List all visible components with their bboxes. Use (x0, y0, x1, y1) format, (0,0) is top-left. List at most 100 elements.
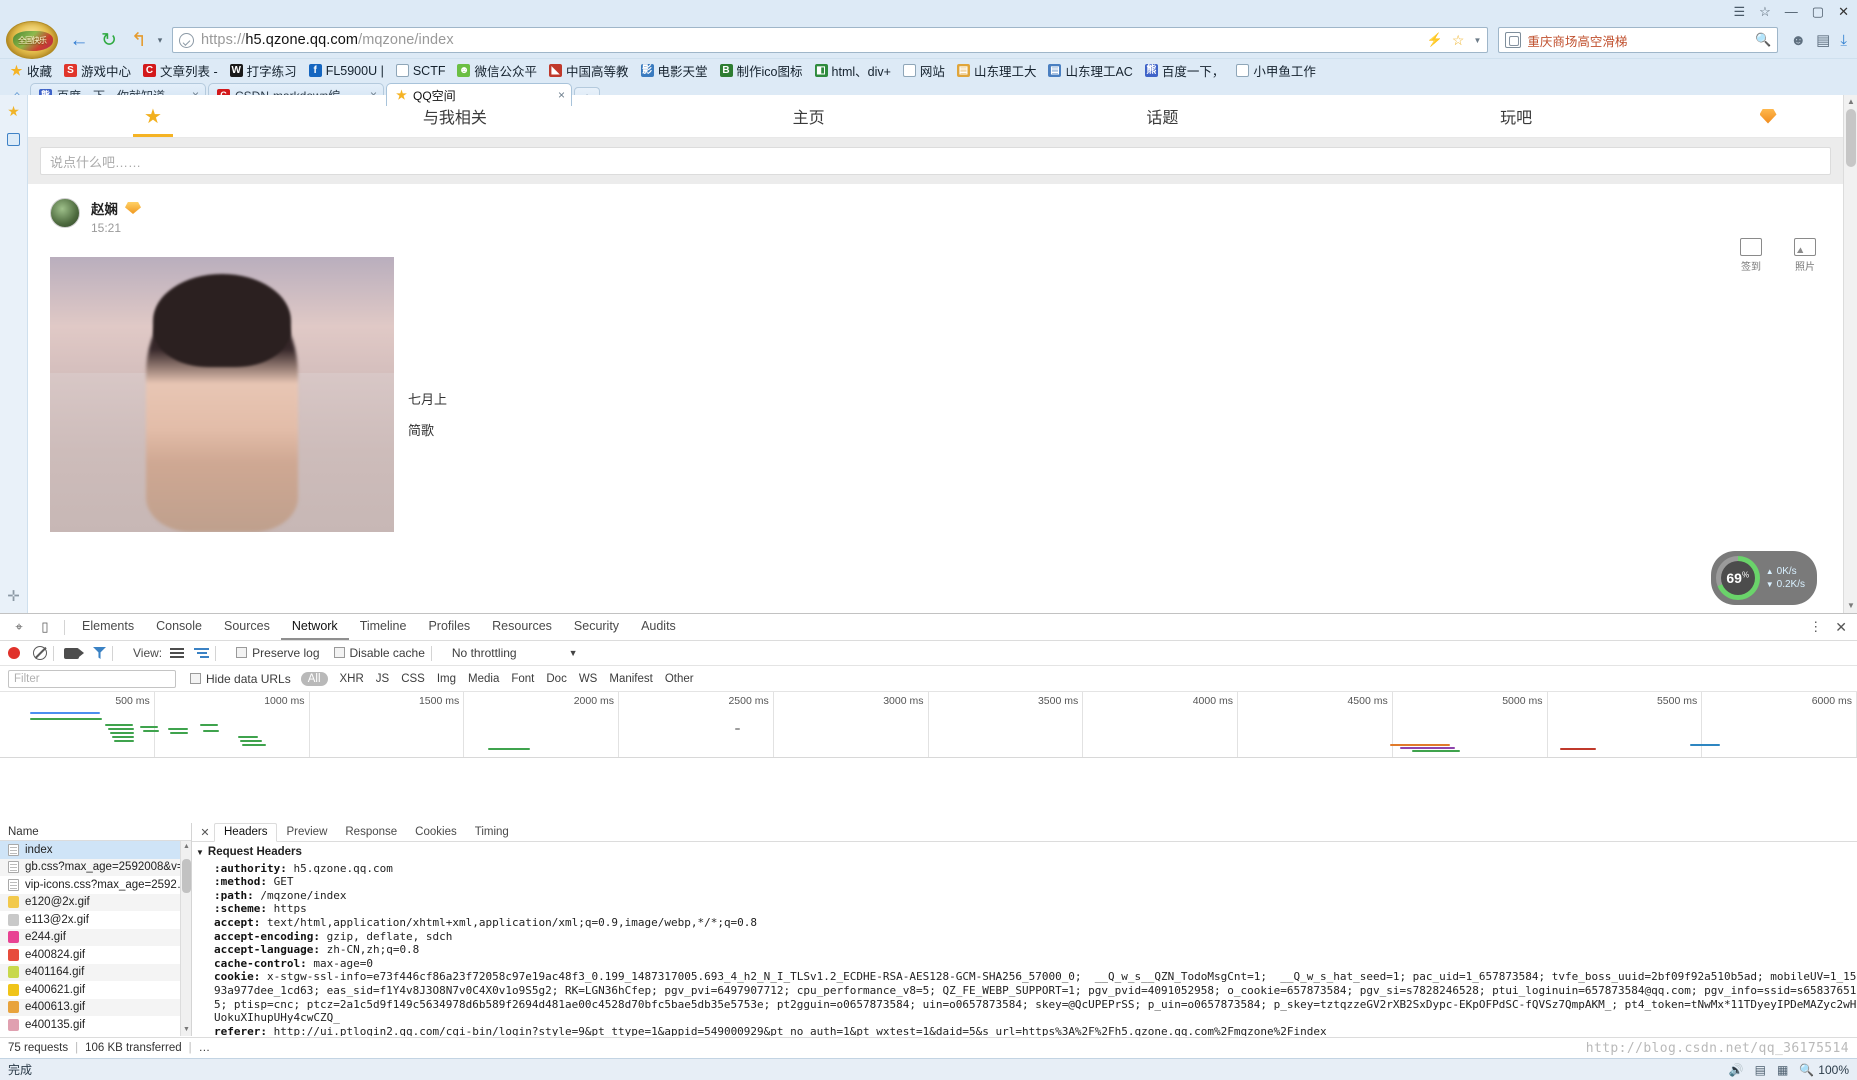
feed-author-name[interactable]: 赵娴 (91, 198, 118, 218)
bookmark-item[interactable]: ☻ 微信公众平 (451, 60, 543, 81)
request-row[interactable]: vip-icons.css?max_age=2592… (0, 876, 191, 894)
close-detail-icon[interactable]: ✕ (196, 826, 214, 839)
close-icon[interactable]: ✕ (1835, 619, 1847, 636)
back-button[interactable]: ← (64, 26, 94, 54)
search-input[interactable]: 重庆商场高空滑梯 (1527, 31, 1627, 50)
composer-input[interactable]: 说点什么吧…… (40, 147, 1831, 175)
bookmark-item[interactable]: ▤ 山东理工AC (1042, 60, 1138, 81)
tab-close-icon[interactable]: × (548, 88, 565, 102)
device-toolbar-icon[interactable]: ▯ (32, 616, 58, 638)
speaker-icon[interactable]: 🔊 (1729, 1063, 1744, 1077)
filter-type-doc[interactable]: Doc (546, 673, 566, 685)
devtools-tab-elements[interactable]: Elements (71, 615, 145, 640)
devtools-tab-network[interactable]: Network (280, 615, 349, 640)
hide-data-urls-checkbox[interactable]: Hide data URLs (190, 672, 291, 686)
history-dropdown-icon[interactable]: ▾ (154, 26, 166, 54)
bookmark-item[interactable]: S 游戏中心 (58, 60, 137, 81)
close-button[interactable]: ✕ (1838, 5, 1849, 18)
detail-tab-timing[interactable]: Timing (466, 824, 518, 841)
devtools-tab-sources[interactable]: Sources (213, 615, 281, 640)
filter-type-js[interactable]: JS (376, 673, 389, 685)
search-box[interactable]: 重庆商场高空滑梯 🔍 (1498, 27, 1779, 53)
disable-cache-checkbox[interactable]: Disable cache (333, 646, 425, 660)
devtools-tab-audits[interactable]: Audits (630, 615, 687, 640)
reload-button[interactable]: ↻ (94, 26, 124, 54)
bookmark-item[interactable]: ▤ 山东理工大 (951, 60, 1043, 81)
bookmark-item[interactable]: ◣ 中国高等教 (543, 60, 635, 81)
square-icon[interactable] (7, 133, 20, 146)
preserve-log-checkbox[interactable]: Preserve log (236, 646, 320, 660)
devtools-tab-profiles[interactable]: Profiles (417, 615, 481, 640)
bolt-icon[interactable]: ⚡ (1427, 32, 1443, 48)
waterfall-view-icon[interactable] (194, 647, 210, 659)
request-row[interactable]: e113@2x.gif (0, 911, 191, 929)
throttling-select[interactable]: No throttling (452, 646, 517, 660)
request-row[interactable]: gb.css?max_age=2592008&v=… (0, 858, 191, 876)
filter-input[interactable]: Filter (8, 669, 176, 688)
shield-icon[interactable]: ▤ (1755, 1063, 1766, 1077)
bookmark-item[interactable]: 影电影天堂 (635, 60, 714, 81)
requests-scrollbar[interactable]: ▲ ▼ (180, 841, 191, 1036)
bookmark-star-icon[interactable]: ☆ (1452, 32, 1465, 49)
bookmark-item[interactable]: ◧ html、div+ (809, 60, 897, 81)
filter-type-font[interactable]: Font (511, 673, 534, 685)
bookmark-item[interactable]: 熊百度一下， (1139, 60, 1231, 81)
request-row[interactable]: e400621.gif (0, 981, 191, 999)
favorites-icon[interactable]: ☆ (1759, 5, 1771, 18)
filter-type-other[interactable]: Other (665, 673, 694, 685)
page-scrollbar[interactable]: ▲ ▼ (1843, 95, 1857, 613)
inspect-icon[interactable]: ⌖ (6, 616, 32, 638)
filter-type-ws[interactable]: WS (579, 673, 598, 685)
request-row[interactable]: index (0, 841, 191, 859)
list-view-icon[interactable] (170, 647, 185, 659)
qzone-tab-2[interactable]: 主页 (632, 95, 986, 137)
filmstrip-icon[interactable] (64, 647, 84, 659)
feed-photo[interactable] (50, 257, 394, 532)
scroll-thumb[interactable] (182, 859, 191, 893)
maximize-button[interactable]: ▢ (1812, 5, 1824, 18)
detail-tab-preview[interactable]: Preview (277, 824, 336, 841)
scroll-thumb[interactable] (1846, 109, 1856, 167)
qzone-tab-3[interactable]: 话题 (986, 95, 1340, 137)
filter-icon[interactable] (93, 647, 106, 659)
more-icon[interactable]: ⋮ (1809, 619, 1823, 635)
scroll-down-icon[interactable]: ▼ (1844, 599, 1857, 613)
bookmark-item[interactable]: B 制作ico图标 (714, 60, 809, 81)
chevron-down-icon[interactable]: ▼ (569, 648, 578, 658)
chevron-down-icon[interactable]: ▼ (196, 846, 204, 860)
bookmark-item[interactable]: 小甲鱼工作 (1230, 60, 1322, 81)
magnifier-icon[interactable]: 🔍 (1755, 32, 1771, 48)
avatar[interactable] (50, 198, 80, 228)
request-row[interactable]: e400824.gif (0, 946, 191, 964)
request-row[interactable]: e401164.gif (0, 963, 191, 981)
scroll-up-icon[interactable]: ▲ (1844, 95, 1857, 109)
chevron-down-icon[interactable]: ▼ (1473, 36, 1481, 45)
record-icon[interactable] (8, 647, 20, 659)
request-headers-section[interactable]: ▼ Request Headers (196, 846, 1857, 860)
bookmark-item[interactable]: 网站 (897, 60, 951, 81)
bookmark-item[interactable]: W 打字练习 (224, 60, 303, 81)
network-timeline[interactable]: 500 ms 1000 ms 1500 ms 2000 ms 2500 ms 3000 m… (0, 692, 1857, 758)
scroll-down-icon[interactable]: ▼ (181, 1024, 191, 1036)
filter-type-xhr[interactable]: XHR (340, 673, 364, 685)
bookmark-item[interactable]: C 文章列表 - (137, 60, 224, 81)
history-button[interactable]: ↰ (124, 26, 154, 54)
filter-type-manifest[interactable]: Manifest (609, 673, 652, 685)
detail-tab-response[interactable]: Response (336, 824, 406, 841)
request-row[interactable]: e400135.gif (0, 1016, 191, 1034)
devtools-tab-resources[interactable]: Resources (481, 615, 563, 640)
star-icon[interactable]: ★ (28, 95, 278, 137)
menu-icon[interactable]: ☰ (1733, 5, 1745, 18)
browser-tab[interactable]: ★ QQ空间 × (386, 83, 572, 106)
address-bar[interactable]: https://h5.qzone.qq.com/mqzone/index ⚡ ☆… (172, 27, 1489, 53)
detail-tab-cookies[interactable]: Cookies (406, 824, 466, 841)
speed-widget[interactable]: 69% ▲ 0K/s ▼ 0.2K/s (1710, 551, 1817, 605)
plus-icon[interactable]: ✛ (7, 587, 20, 605)
request-row[interactable]: e244.gif (0, 928, 191, 946)
account-icon[interactable]: ☻ (1790, 32, 1806, 49)
search-engine-icon[interactable] (1505, 32, 1522, 48)
clear-icon[interactable] (33, 646, 47, 660)
photo-action[interactable]: 照片 (1787, 238, 1823, 273)
request-row[interactable]: e400613.gif (0, 998, 191, 1016)
filter-type-media[interactable]: Media (468, 673, 499, 685)
